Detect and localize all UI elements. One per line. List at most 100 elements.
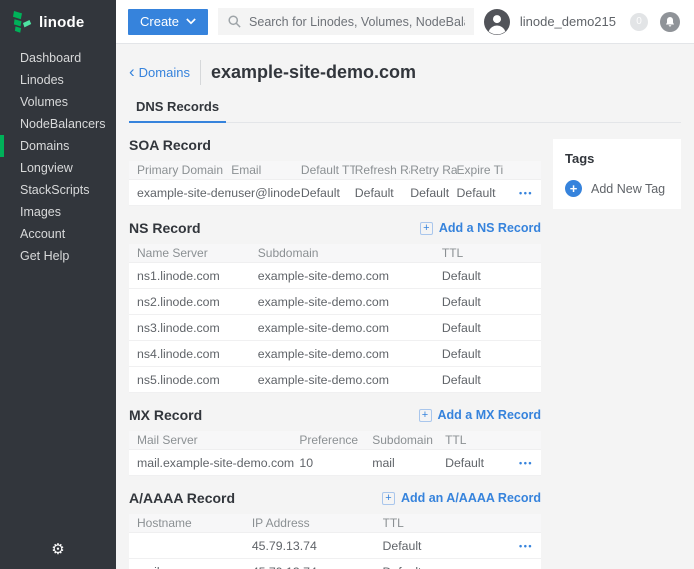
table-cell: Default (383, 539, 502, 553)
sidebar-item-linodes[interactable]: Linodes (0, 69, 116, 91)
table-cell: 10 (299, 456, 372, 470)
search-bar[interactable] (218, 8, 474, 35)
row-actions-cell: ••• (501, 456, 533, 470)
column-header: Primary Domain (137, 163, 231, 177)
add-mx-record-link[interactable]: + Add a MX Record (419, 408, 542, 422)
username[interactable]: linode_demo215 (520, 14, 616, 29)
table-header-row: Primary DomainEmailDefault TTLRefresh Ra… (129, 161, 541, 180)
column-header: TTL (383, 516, 502, 530)
table-cell: Default (383, 565, 502, 569)
table-header-row: HostnameIP AddressTTL (129, 514, 541, 533)
column-header: Subdomain (372, 433, 445, 447)
section-title: SOA Record (129, 137, 211, 153)
table-cell: Default (442, 269, 533, 283)
table-cell: ns1.linode.com (137, 269, 258, 283)
create-button-label: Create (140, 14, 179, 29)
table-cell: ns5.linode.com (137, 373, 258, 387)
table-header-row: Mail ServerPreferenceSubdomainTTL (129, 431, 541, 450)
table-row: mail.example-site-demo.com10mailDefault•… (129, 450, 541, 476)
a-aaaa-record-table: HostnameIP AddressTTL45.79.13.74Default•… (129, 514, 541, 569)
avatar[interactable] (484, 9, 510, 35)
table-cell: Default (355, 186, 410, 200)
table-cell: example-site-demo.com (258, 321, 442, 335)
table-cell: example-site-demo.com (258, 373, 442, 387)
sidebar-item-domains[interactable]: Domains (0, 135, 116, 157)
ns-record-section: NS Record + Add a NS Record Name ServerS… (129, 220, 541, 393)
breadcrumb-divider (200, 60, 201, 85)
column-header: TTL (445, 433, 500, 447)
sidebar-item-images[interactable]: Images (0, 201, 116, 223)
table-row: ns5.linode.comexample-site-demo.comDefau… (129, 367, 541, 393)
sidebar-item-stackscripts[interactable]: StackScripts (0, 179, 116, 201)
column-header: Subdomain (258, 246, 442, 260)
row-actions-cell: ••• (504, 186, 533, 200)
table-cell: mail (137, 565, 252, 569)
table-cell: example-site-demo.com (137, 186, 231, 200)
top-bar: linode Create (0, 0, 694, 44)
table-cell: example-site-demo.com (258, 269, 442, 283)
plus-icon: + (565, 180, 582, 197)
sidebar-item-nodebalancers[interactable]: NodeBalancers (0, 113, 116, 135)
table-cell: mail (372, 456, 445, 470)
settings-gear-button[interactable]: ⚙ (0, 542, 116, 557)
table-cell: Default (442, 321, 533, 335)
section-title: A/AAAA Record (129, 490, 235, 506)
column-header: Refresh Rate (355, 163, 410, 177)
chevron-down-icon (186, 18, 196, 25)
table-cell: Default (445, 456, 500, 470)
sidebar-item-get-help[interactable]: Get Help (0, 245, 116, 267)
add-ns-record-link[interactable]: + Add a NS Record (420, 221, 541, 235)
table-cell: Default (442, 295, 533, 309)
soa-record-table: Primary DomainEmailDefault TTLRefresh Ra… (129, 161, 541, 206)
add-a-aaaa-record-link[interactable]: + Add an A/AAAA Record (382, 491, 541, 505)
table-cell: Default (442, 373, 533, 387)
table-row: example-site-demo.comuser@linode.comDefa… (129, 180, 541, 206)
notification-count-badge[interactable]: 0 (630, 13, 648, 31)
table-cell: Default (457, 186, 505, 200)
breadcrumb-back-label: Domains (139, 65, 190, 80)
row-actions-menu-button[interactable]: ••• (513, 539, 533, 553)
sidebar-item-longview[interactable]: Longview (0, 157, 116, 179)
search-input[interactable] (249, 15, 465, 29)
chevron-left-icon: ‹ (129, 65, 135, 79)
table-cell: ns4.linode.com (137, 347, 258, 361)
table-row: mail45.79.13.74Default ••• (129, 559, 541, 569)
add-link-label: Add an A/AAAA Record (401, 491, 541, 505)
table-cell: Default (301, 186, 355, 200)
sidebar: DashboardLinodesVolumesNodeBalancersDoma… (0, 44, 116, 569)
linode-cloud-manager: linode Create (0, 0, 694, 569)
user-icon (484, 9, 510, 35)
table-row: ns2.linode.comexample-site-demo.comDefau… (129, 289, 541, 315)
row-actions-menu-button[interactable]: ••• (513, 456, 533, 470)
breadcrumb-back-link[interactable]: ‹ Domains (129, 65, 190, 80)
plus-square-icon: + (420, 222, 433, 235)
column-header: Name Server (137, 246, 258, 260)
table-cell: ns2.linode.com (137, 295, 258, 309)
plus-square-icon: + (382, 492, 395, 505)
create-button[interactable]: Create (128, 9, 208, 35)
table-row: ns1.linode.comexample-site-demo.comDefau… (129, 263, 541, 289)
table-row: 45.79.13.74Default••• (129, 533, 541, 559)
sidebar-item-account[interactable]: Account (0, 223, 116, 245)
a-aaaa-record-section: A/AAAA Record + Add an A/AAAA Record Hos… (129, 490, 541, 569)
mx-record-table: Mail ServerPreferenceSubdomainTTLmail.ex… (129, 431, 541, 476)
row-actions-menu-button[interactable]: ••• (513, 565, 533, 569)
tab-dns-records[interactable]: DNS Records (129, 94, 226, 123)
linode-logo-icon (12, 10, 32, 34)
row-actions-menu-button[interactable]: ••• (513, 186, 533, 200)
ns-record-table: Name ServerSubdomainTTLns1.linode.comexa… (129, 244, 541, 393)
tabs: DNS Records (129, 94, 681, 123)
sidebar-item-dashboard[interactable]: Dashboard (0, 47, 116, 69)
soa-record-section: SOA Record Primary DomainEmailDefault TT… (129, 137, 541, 206)
bell-icon (664, 16, 676, 28)
column-header: TTL (442, 246, 533, 260)
main-content: ‹ Domains example-site-demo.com DNS Reco… (116, 44, 694, 569)
notifications-bell-button[interactable] (660, 12, 680, 32)
search-icon (227, 14, 242, 29)
column-header: IP Address (252, 516, 383, 530)
table-cell: 45.79.13.74 (252, 565, 383, 569)
linode-logo[interactable]: linode (0, 0, 116, 44)
add-new-tag-button[interactable]: + Add New Tag (565, 180, 669, 197)
column-header: Mail Server (137, 433, 299, 447)
sidebar-item-volumes[interactable]: Volumes (0, 91, 116, 113)
